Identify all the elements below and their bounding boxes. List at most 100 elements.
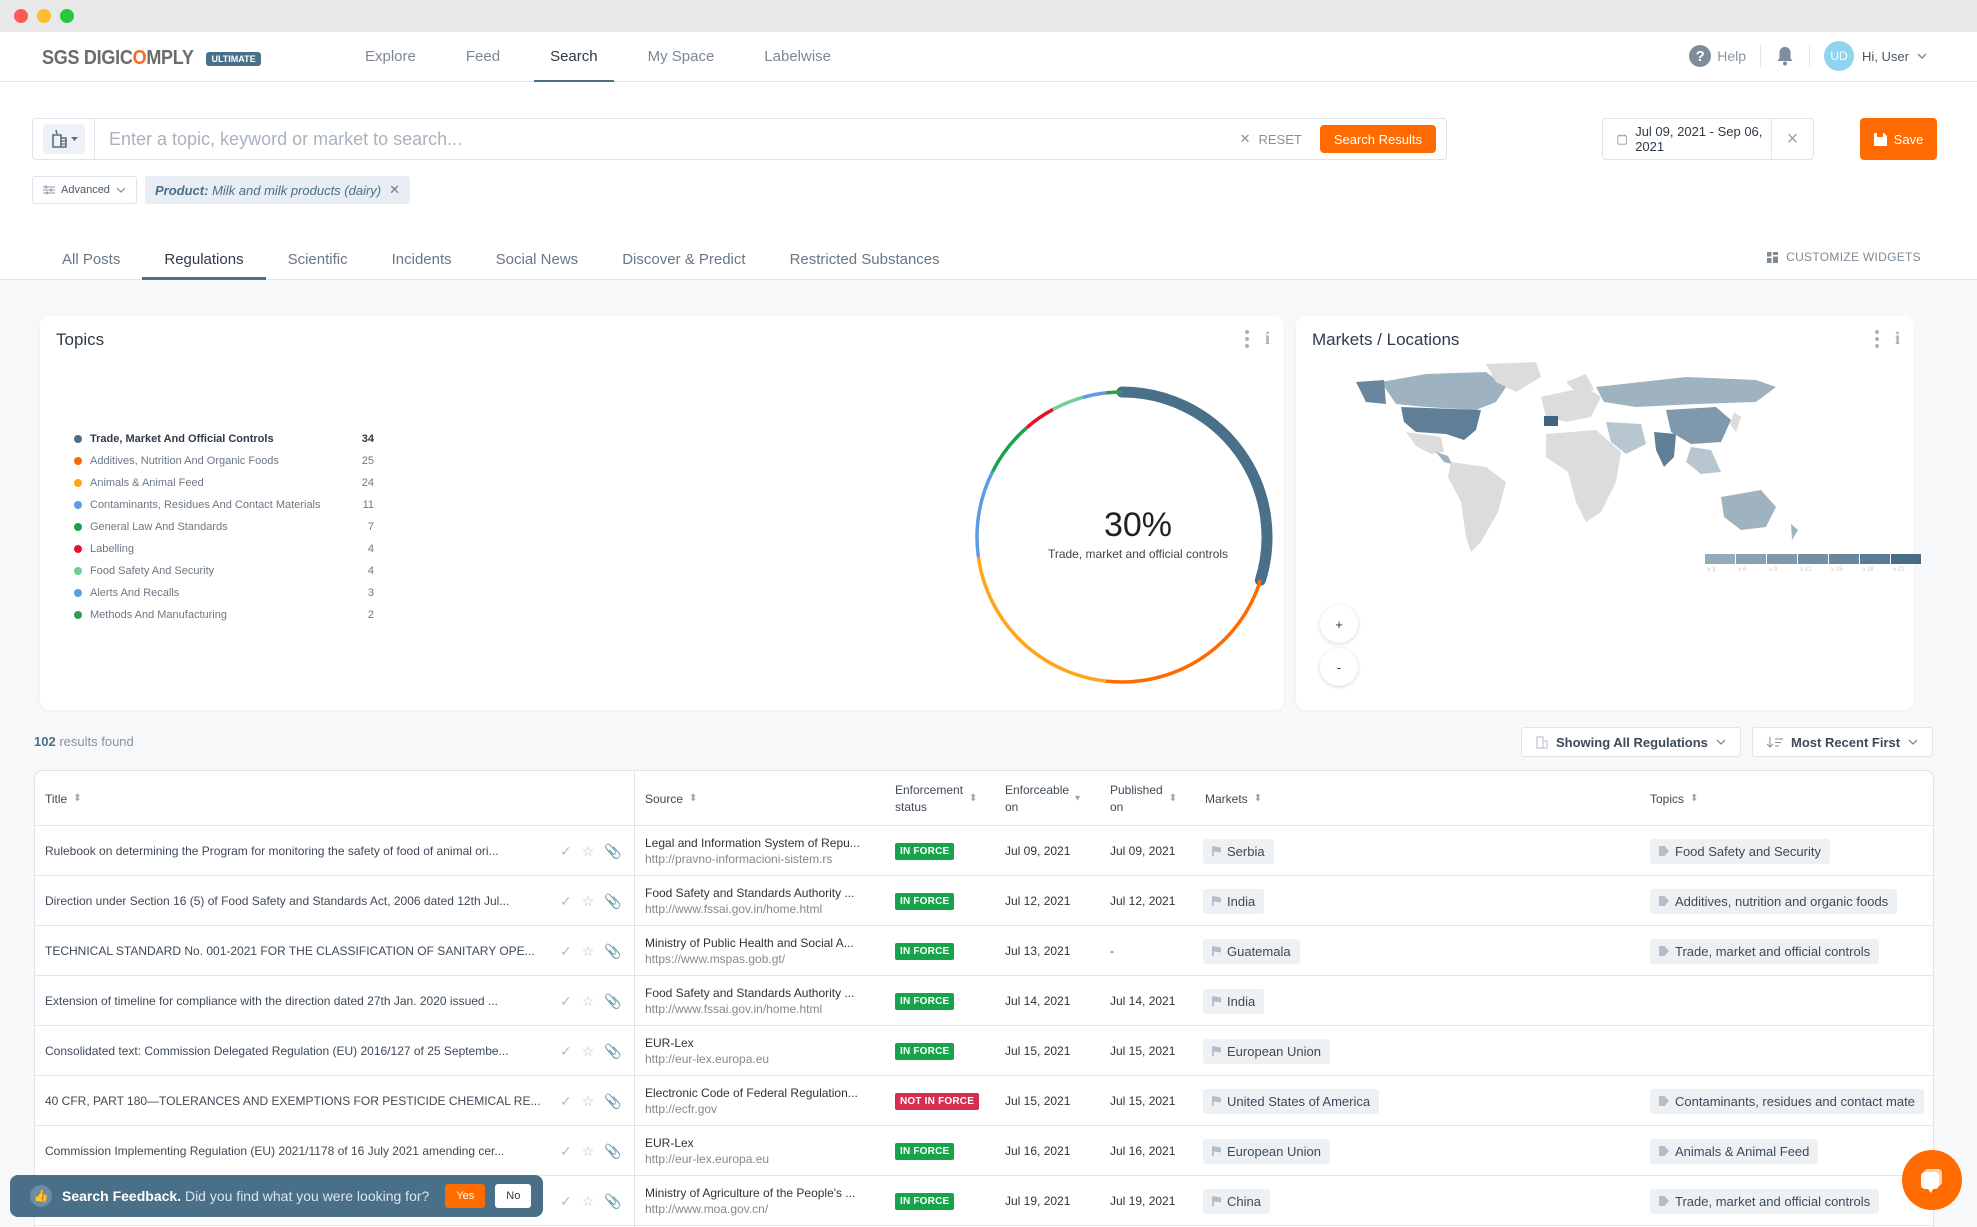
remove-filter-button[interactable]: ✕ (389, 182, 400, 198)
topic-chip[interactable]: Trade, market and official controls (1650, 938, 1880, 964)
legend-item[interactable]: Labelling 4 (74, 538, 374, 560)
date-range-picker[interactable]: Jul 09, 2021 - Sep 06, 2021 × (1602, 118, 1814, 160)
source-url[interactable]: http://eur-lex.europa.eu (645, 1152, 769, 1166)
customize-widgets-button[interactable]: CUSTOMIZE WIDGETS (1767, 250, 1921, 264)
market-chip[interactable]: United States of America (1203, 1088, 1380, 1114)
column-header-source[interactable]: Source ⬍ (645, 771, 697, 826)
feedback-no-button[interactable]: No (495, 1184, 532, 1208)
source-url[interactable]: https://www.mspas.gob.gt/ (645, 952, 785, 966)
legend-item[interactable]: Animals & Animal Feed 24 (74, 472, 374, 494)
column-header-enforceable-on[interactable]: Enforceable on ▾ (1005, 771, 1080, 826)
user-menu[interactable]: UD Hi, User (1824, 41, 1927, 71)
tab-scientific[interactable]: Scientific (266, 240, 370, 279)
favorite-star-icon[interactable]: ☆ (582, 943, 595, 960)
product-category-selector[interactable] (43, 124, 85, 154)
topic-chip[interactable]: Additives, nutrition and organic foods (1650, 888, 1898, 914)
source-url[interactable]: http://ecfr.gov (645, 1102, 717, 1116)
market-chip[interactable]: India (1203, 988, 1265, 1014)
favorite-star-icon[interactable]: ☆ (582, 1143, 595, 1160)
info-icon[interactable]: i (1895, 328, 1900, 349)
mark-read-check-icon[interactable]: ✓ (560, 1043, 572, 1060)
column-header-enforcement-status[interactable]: Enforcement status ⬍ (895, 771, 977, 826)
market-chip[interactable]: European Union (1203, 1038, 1330, 1064)
table-row[interactable]: TECHNICAL STANDARD No. 001-2021 FOR THE … (35, 926, 1933, 976)
legend-item[interactable]: Contaminants, Residues And Contact Mater… (74, 494, 374, 516)
table-row[interactable]: Extension of timeline for compliance wit… (35, 976, 1933, 1026)
attachment-paperclip-icon[interactable]: 📎 (604, 1193, 621, 1210)
nav-search[interactable]: Search (534, 32, 614, 82)
topic-chip[interactable]: Contaminants, residues and contact mate (1650, 1088, 1924, 1114)
close-window-button[interactable] (14, 9, 28, 23)
row-title[interactable]: Commission Implementing Regulation (EU) … (45, 1126, 545, 1176)
search-input[interactable] (95, 128, 1240, 150)
more-options-icon[interactable] (1244, 329, 1249, 348)
source-url[interactable]: http://www.fssai.gov.in/home.html (645, 1002, 822, 1016)
legend-item[interactable]: Food Safety And Security 4 (74, 560, 374, 582)
source-url[interactable]: http://www.moa.gov.cn/ (645, 1202, 768, 1216)
help-link[interactable]: ? Help (1689, 45, 1746, 67)
map-zoom-in-button[interactable]: + (1320, 605, 1358, 643)
advanced-filters-button[interactable]: Advanced (32, 176, 137, 204)
legend-item[interactable]: Methods And Manufacturing 2 (74, 604, 374, 626)
brand-logo[interactable]: SGS DIGICOMPLY ULTIMATE (42, 47, 261, 70)
topic-chip[interactable]: Food Safety and Security (1650, 838, 1830, 864)
reset-button[interactable]: ✕ RESET (1240, 131, 1302, 147)
favorite-star-icon[interactable]: ☆ (582, 1093, 595, 1110)
tab-all-posts[interactable]: All Posts (40, 240, 142, 279)
table-row[interactable]: Direction under Section 16 (5) of Food S… (35, 876, 1933, 926)
sort-dropdown[interactable]: Most Recent First (1752, 727, 1934, 757)
row-title[interactable]: Consolidated text: Commission Delegated … (45, 1026, 545, 1076)
donut-slice[interactable] (976, 556, 1107, 683)
favorite-star-icon[interactable]: ☆ (582, 843, 595, 860)
column-header-title[interactable]: Title ⬍ (45, 771, 82, 826)
donut-slice[interactable] (1105, 390, 1123, 395)
row-title[interactable]: 40 CFR, PART 180—TOLERANCES AND EXEMPTIO… (45, 1076, 545, 1126)
row-title[interactable]: Direction under Section 16 (5) of Food S… (45, 876, 545, 926)
row-title[interactable]: Rulebook on determining the Program for … (45, 826, 545, 876)
mark-read-check-icon[interactable]: ✓ (560, 1143, 572, 1160)
donut-slice[interactable] (1052, 395, 1084, 412)
source-url[interactable]: http://pravno-informacioni-sistem.rs (645, 852, 832, 866)
donut-slice[interactable] (1082, 391, 1107, 400)
tab-regulations[interactable]: Regulations (142, 240, 266, 280)
tab-incidents[interactable]: Incidents (370, 240, 474, 279)
mark-read-check-icon[interactable]: ✓ (560, 993, 572, 1010)
attachment-paperclip-icon[interactable]: 📎 (604, 1143, 621, 1160)
regulations-filter-dropdown[interactable]: Showing All Regulations (1521, 727, 1741, 757)
favorite-star-icon[interactable]: ☆ (582, 1043, 595, 1060)
attachment-paperclip-icon[interactable]: 📎 (604, 843, 621, 860)
market-chip[interactable]: European Union (1203, 1138, 1330, 1164)
tab-social-news[interactable]: Social News (474, 240, 601, 279)
row-title[interactable]: TECHNICAL STANDARD No. 001-2021 FOR THE … (45, 926, 545, 976)
tab-discover-predict[interactable]: Discover & Predict (600, 240, 767, 279)
tab-restricted-substances[interactable]: Restricted Substances (768, 240, 962, 279)
favorite-star-icon[interactable]: ☆ (582, 1193, 595, 1210)
column-header-published-on[interactable]: Published on ⬍ (1110, 771, 1177, 826)
nav-my-space[interactable]: My Space (632, 32, 731, 82)
map-zoom-out-button[interactable]: - (1320, 648, 1358, 686)
attachment-paperclip-icon[interactable]: 📎 (604, 943, 621, 960)
legend-item[interactable]: Alerts And Recalls 3 (74, 582, 374, 604)
date-range-display[interactable]: Jul 09, 2021 - Sep 06, 2021 (1603, 124, 1771, 154)
clear-date-button[interactable]: × (1771, 119, 1813, 159)
source-url[interactable]: http://eur-lex.europa.eu (645, 1052, 769, 1066)
world-map[interactable] (1336, 362, 1836, 562)
donut-slice[interactable] (991, 426, 1028, 473)
row-title[interactable]: Extension of timeline for compliance wit… (45, 976, 545, 1026)
table-row[interactable]: 40 CFR, PART 180—TOLERANCES AND EXEMPTIO… (35, 1076, 1933, 1126)
market-chip[interactable]: Guatemala (1203, 938, 1300, 964)
nav-explore[interactable]: Explore (349, 32, 432, 82)
save-search-button[interactable]: Save (1860, 118, 1937, 160)
favorite-star-icon[interactable]: ☆ (582, 893, 595, 910)
market-chip[interactable]: China (1203, 1188, 1270, 1214)
mark-read-check-icon[interactable]: ✓ (560, 1093, 572, 1110)
source-url[interactable]: http://www.fssai.gov.in/home.html (645, 902, 822, 916)
attachment-paperclip-icon[interactable]: 📎 (604, 1043, 621, 1060)
chat-support-button[interactable] (1902, 1150, 1962, 1210)
maximize-window-button[interactable] (60, 9, 74, 23)
mark-read-check-icon[interactable]: ✓ (560, 943, 572, 960)
table-row[interactable]: Rulebook on determining the Program for … (35, 826, 1933, 876)
nav-labelwise[interactable]: Labelwise (748, 32, 847, 82)
table-row[interactable]: Commission Implementing Regulation (EU) … (35, 1126, 1933, 1176)
nav-feed[interactable]: Feed (450, 32, 516, 82)
